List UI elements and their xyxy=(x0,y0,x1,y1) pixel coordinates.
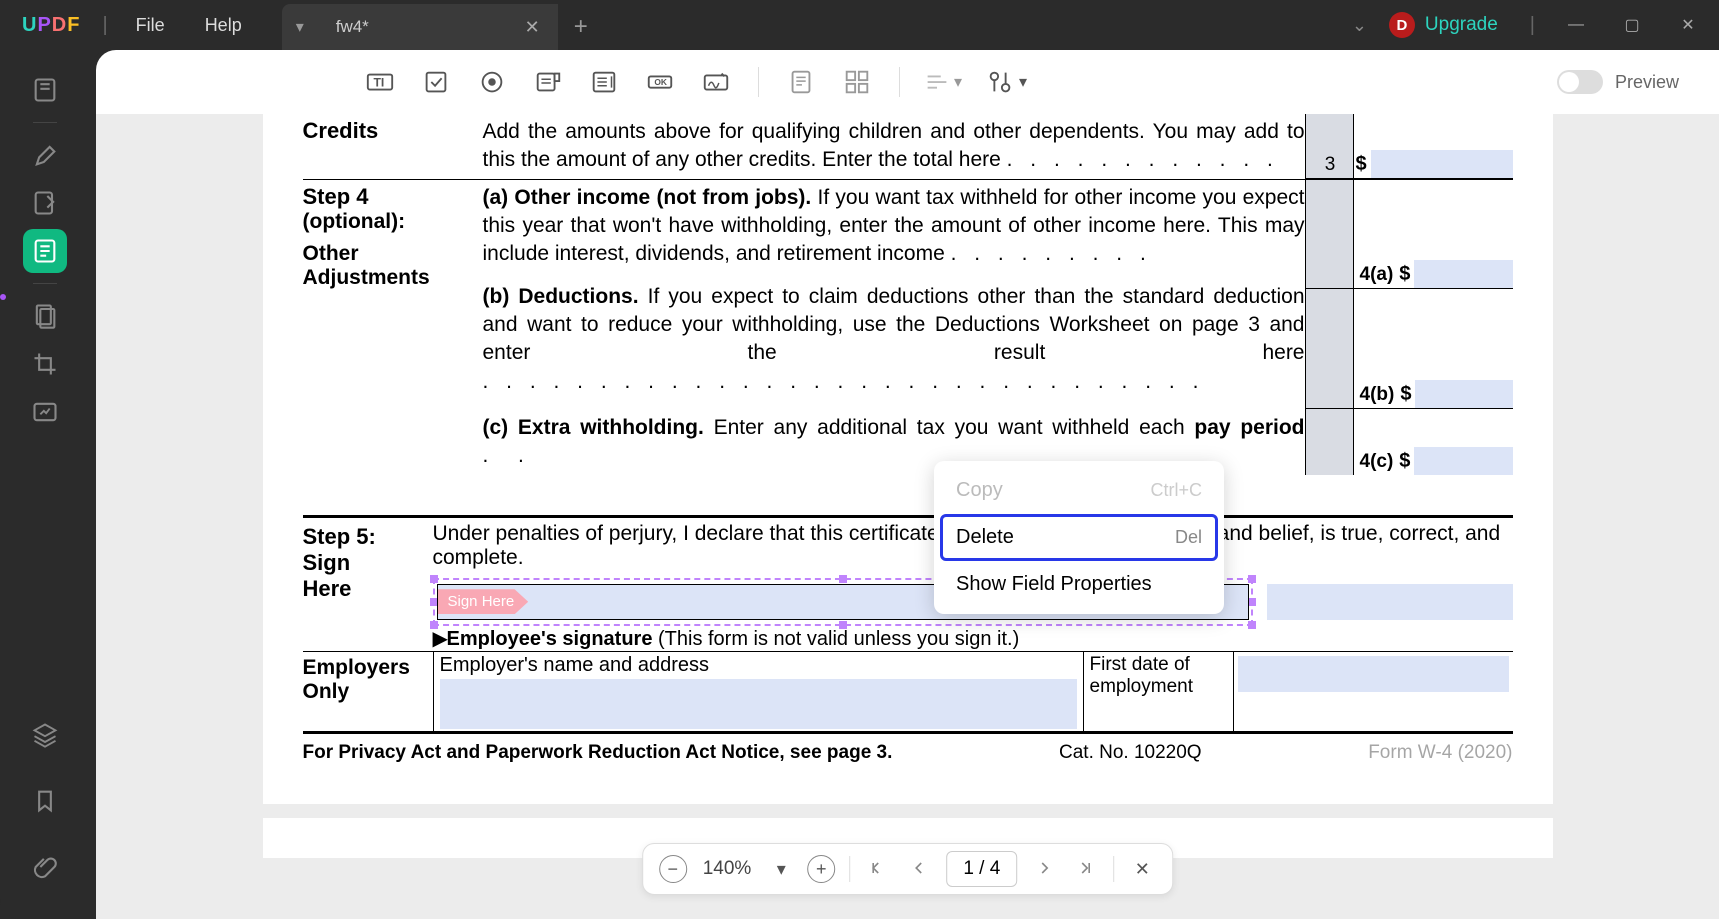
document-viewport[interactable]: Credits Add the amounts above for qualif… xyxy=(96,114,1719,919)
last-page-button[interactable] xyxy=(1067,851,1103,887)
zoom-level[interactable]: 140% xyxy=(695,858,760,880)
upgrade-badge[interactable]: D xyxy=(1389,12,1415,38)
field-4b-input[interactable] xyxy=(1415,380,1512,408)
form-revision: Form W-4 (2020) xyxy=(1368,742,1512,764)
maximize-icon[interactable]: ▢ xyxy=(1609,10,1655,40)
other-label: Other xyxy=(303,242,483,266)
field-3-input[interactable] xyxy=(1371,150,1513,178)
ctx-delete[interactable]: DeleteDel xyxy=(940,514,1218,561)
close-window-icon[interactable]: ✕ xyxy=(1665,10,1711,40)
employer-name-label: Employer's name and address xyxy=(440,654,1077,677)
catalog-number: Cat. No. 10220Q xyxy=(1059,742,1202,764)
titlebar: UPDF | File Help ▾ fw4* ✕ + ⌄ D Upgrade … xyxy=(0,0,1719,50)
first-date-label-1: First date of xyxy=(1090,654,1227,676)
step4-label: Step 4 xyxy=(303,184,483,210)
active-indicator-dot xyxy=(0,294,6,300)
page-navigation-bar: − 140% ▾ + 1 / 4 ✕ xyxy=(642,843,1174,895)
left-sidebar xyxy=(0,50,90,919)
pdf-page: Credits Add the amounts above for qualif… xyxy=(263,114,1553,804)
date-field[interactable] xyxy=(1267,584,1513,620)
tab-close-icon[interactable]: ✕ xyxy=(525,17,540,38)
button-tool[interactable]: OK xyxy=(636,58,684,106)
prev-page-button[interactable] xyxy=(900,851,936,887)
zoom-in-button[interactable]: + xyxy=(803,851,839,887)
organize-tool[interactable] xyxy=(23,294,67,338)
tools-dropdown[interactable]: ▾ xyxy=(974,58,1038,106)
comment-tool[interactable] xyxy=(23,133,67,177)
dropdown-tool[interactable] xyxy=(524,58,572,106)
listbox-tool[interactable] xyxy=(580,58,628,106)
radio-tool[interactable] xyxy=(468,58,516,106)
only-label: Only xyxy=(303,680,433,704)
app-logo: UPDF xyxy=(8,14,94,37)
svg-text:OK: OK xyxy=(654,77,667,87)
close-nav-button[interactable]: ✕ xyxy=(1124,851,1160,887)
grid-tool[interactable] xyxy=(833,58,881,106)
form-toolbar: TI OK ▾ ▾ Preview xyxy=(96,50,1719,114)
separator: | xyxy=(1522,14,1543,37)
crop-tool[interactable] xyxy=(23,342,67,386)
line-3-number: 3 xyxy=(1319,154,1340,178)
sign-here-tag: Sign Here xyxy=(438,589,529,614)
upgrade-button[interactable]: Upgrade xyxy=(1425,14,1498,36)
reader-tool[interactable] xyxy=(23,68,67,112)
ein-input[interactable] xyxy=(1238,656,1509,692)
adjustments-label: Adjustments xyxy=(303,266,483,290)
first-date-label-2: employment xyxy=(1090,676,1227,698)
bookmark-icon[interactable] xyxy=(23,779,67,823)
page-form-tool[interactable] xyxy=(777,58,825,106)
ctx-copy: CopyCtrl+C xyxy=(940,467,1218,514)
svg-text:TI: TI xyxy=(373,76,384,90)
employers-label: Employers xyxy=(303,656,433,680)
employer-name-input[interactable] xyxy=(440,679,1077,729)
first-page-button[interactable] xyxy=(860,851,896,887)
chevron-down-icon[interactable]: ⌄ xyxy=(1340,15,1379,36)
redact-tool[interactable] xyxy=(23,390,67,434)
separator: | xyxy=(94,14,115,37)
page-indicator[interactable]: 1 / 4 xyxy=(946,851,1017,887)
here-label: Here xyxy=(303,576,433,602)
ctx-show-properties[interactable]: Show Field Properties xyxy=(940,561,1218,608)
new-tab-button[interactable]: + xyxy=(558,4,604,50)
tab-bar: ▾ fw4* ✕ + xyxy=(282,0,604,50)
text-field-tool[interactable]: TI xyxy=(356,58,404,106)
step5-label: Step 5: xyxy=(303,524,433,550)
checkbox-tool[interactable] xyxy=(412,58,460,106)
credits-label: Credits xyxy=(303,118,379,143)
layers-icon[interactable] xyxy=(23,713,67,757)
attachment-icon[interactable] xyxy=(23,845,67,889)
signature-tool[interactable] xyxy=(692,58,740,106)
privacy-notice: For Privacy Act and Paperwork Reduction … xyxy=(303,742,893,764)
next-page-button[interactable] xyxy=(1027,851,1063,887)
edit-tool[interactable] xyxy=(23,181,67,225)
tab-title: fw4* xyxy=(336,17,369,37)
field-4a-input[interactable] xyxy=(1414,260,1512,288)
align-tool[interactable]: ▾ xyxy=(918,58,966,106)
preview-label: Preview xyxy=(1615,72,1679,93)
zoom-dropdown[interactable]: ▾ xyxy=(763,851,799,887)
menu-help[interactable]: Help xyxy=(185,15,262,36)
context-menu: CopyCtrl+C DeleteDel Show Field Properti… xyxy=(934,461,1224,614)
tab-list-dropdown[interactable]: ▾ xyxy=(282,4,318,50)
zoom-out-button[interactable]: − xyxy=(655,851,691,887)
menu-file[interactable]: File xyxy=(116,15,185,36)
document-tab[interactable]: fw4* ✕ xyxy=(318,4,558,50)
sign-label: Sign xyxy=(303,550,433,576)
field-4c-input[interactable] xyxy=(1414,447,1512,475)
preview-toggle[interactable] xyxy=(1557,70,1603,94)
optional-label: (optional): xyxy=(303,210,483,234)
minimize-icon[interactable]: ― xyxy=(1553,10,1599,40)
form-tool[interactable] xyxy=(23,229,67,273)
